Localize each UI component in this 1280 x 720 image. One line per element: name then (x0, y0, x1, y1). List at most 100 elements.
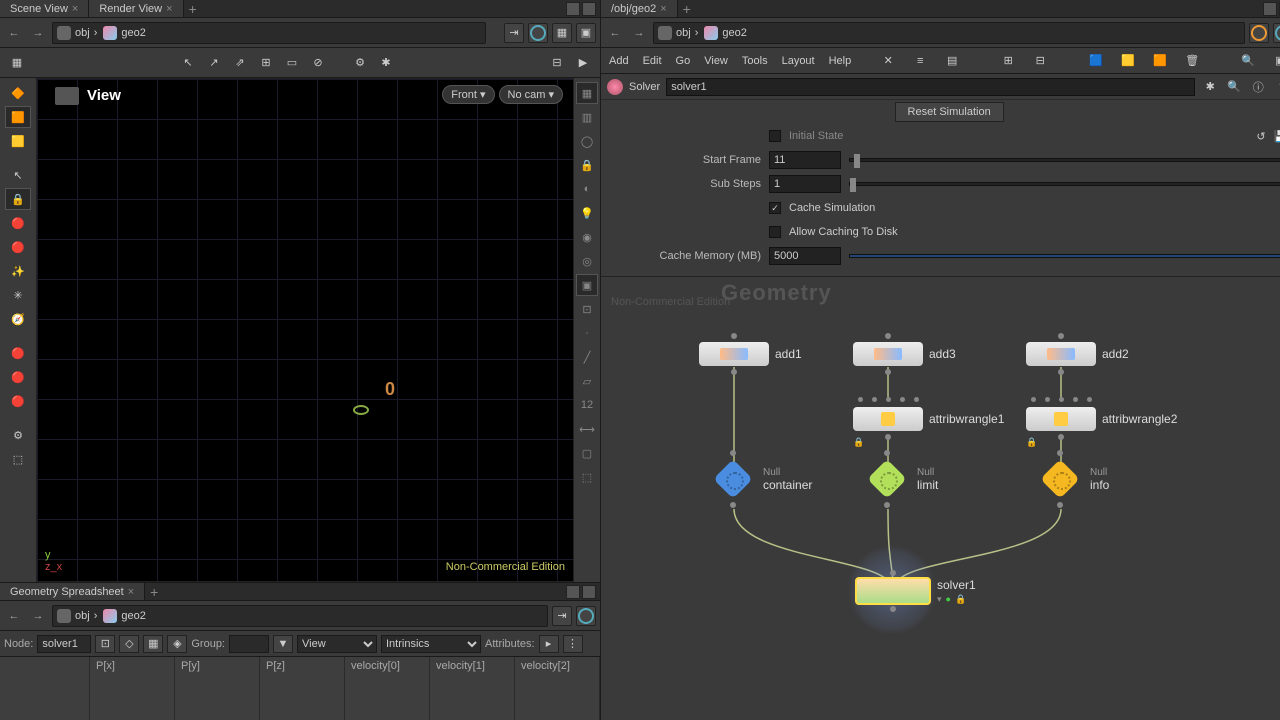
col-vel2[interactable]: velocity[2] (515, 657, 600, 720)
gear-tool[interactable]: ⚙ (5, 424, 31, 446)
node-add1[interactable]: add1 (699, 342, 802, 366)
sub-steps-field[interactable] (769, 175, 841, 193)
view-tool[interactable]: 🔶 (5, 82, 31, 104)
list-icon[interactable]: ≡ (911, 52, 929, 70)
lock-icon[interactable]: 🔒 (5, 188, 31, 210)
gamma-icon[interactable]: ◎ (576, 250, 598, 272)
node-field[interactable] (37, 635, 91, 653)
path-input[interactable]: obj› geo2 (653, 22, 1245, 44)
link-icon[interactable] (528, 23, 548, 43)
camera-dropdown[interactable]: No cam ▾ (499, 85, 563, 104)
node-attribwrangle2[interactable]: attribwrangle2 🔒 (1026, 407, 1177, 431)
shade-wire-icon[interactable]: ▦ (576, 82, 598, 104)
group-field[interactable] (229, 635, 269, 653)
num12-icon[interactable]: 12 (576, 394, 598, 416)
menu-edit[interactable]: Edit (643, 55, 662, 67)
sheet-icon[interactable]: ▤ (943, 52, 961, 70)
back-button[interactable]: ← (605, 23, 625, 43)
pane-max-icon[interactable] (1263, 2, 1277, 16)
sub-steps-slider[interactable] (849, 182, 1280, 186)
menu-help[interactable]: Help (829, 55, 852, 67)
xray-icon[interactable]: ⊡ (576, 298, 598, 320)
normal-icon[interactable]: ╱ (576, 346, 598, 368)
shade-flat-icon[interactable]: ▥ (576, 106, 598, 128)
close-icon[interactable]: × (660, 3, 666, 15)
arrow-tool[interactable]: ↖ (5, 164, 31, 186)
menu-tools[interactable]: Tools (742, 55, 768, 67)
menu-view[interactable]: View (704, 55, 728, 67)
view-dropdown[interactable]: View (297, 635, 377, 653)
col-vel1[interactable]: velocity[1] (430, 657, 515, 720)
reload-icon[interactable]: ↺ (1256, 130, 1265, 143)
misc2-icon[interactable]: ⬚ (576, 466, 598, 488)
class-detail-icon[interactable]: ◈ (167, 635, 187, 653)
start-frame-slider[interactable] (849, 158, 1280, 162)
note-blue-icon[interactable]: 🟦 (1087, 52, 1105, 70)
grid-view-icon[interactable]: ⊞ (999, 52, 1017, 70)
cache-sim-checkbox[interactable] (769, 202, 781, 214)
material-icon[interactable]: ◉ (576, 226, 598, 248)
close-icon[interactable]: × (128, 586, 134, 598)
class-prims-icon[interactable]: ▦ (143, 635, 163, 653)
path-input[interactable]: obj› geo2 (52, 605, 548, 627)
lock-display-icon[interactable]: 🔒 (576, 154, 598, 176)
forward-button[interactable]: → (28, 23, 48, 43)
ghost-icon[interactable]: ◯ (576, 130, 598, 152)
take-icon[interactable]: ▦ (552, 23, 572, 43)
pin-icon[interactable]: ⇥ (504, 23, 524, 43)
group-picker-icon[interactable]: ▼ (273, 635, 293, 653)
frame-icon[interactable]: ▣ (1271, 52, 1280, 70)
pane-menu-icon[interactable] (582, 2, 596, 16)
node-add2[interactable]: add2 (1026, 342, 1129, 366)
bg-icon[interactable]: ▣ (576, 274, 598, 296)
gear-icon[interactable]: ✱ (1201, 78, 1219, 96)
class-verts-icon[interactable]: ◇ (119, 635, 139, 653)
intrinsics-dropdown[interactable]: Intrinsics (381, 635, 481, 653)
misc-tool[interactable]: ⬚ (5, 448, 31, 470)
camera-icon[interactable] (55, 87, 79, 105)
select-tool[interactable]: 🟧 (5, 106, 31, 128)
help-icon[interactable]: ▣ (576, 23, 596, 43)
uv-icon[interactable]: ▱ (576, 370, 598, 392)
start-frame-field[interactable] (769, 151, 841, 169)
cache-disk-checkbox[interactable] (769, 226, 781, 238)
light-icon[interactable]: ◐ (576, 178, 598, 200)
red-tool-2[interactable]: 🔴 (5, 236, 31, 258)
node-add3[interactable]: add3 (853, 342, 956, 366)
info-icon[interactable]: ⓘ (1249, 78, 1267, 96)
col-pz[interactable]: P[z] (260, 657, 345, 720)
viewport[interactable]: View Front ▾ No cam ▾ 0 Non-Commercial E… (36, 78, 574, 582)
reset-simulation-button[interactable]: Reset Simulation (895, 102, 1004, 122)
burst-tool[interactable]: ✳ (5, 284, 31, 306)
render-icon[interactable]: ▶ (572, 52, 594, 74)
path-input[interactable]: obj› geo2 (52, 22, 486, 44)
split-icon[interactable]: ⊟ (1031, 52, 1049, 70)
col-vel0[interactable]: velocity[0] (345, 657, 430, 720)
col-px[interactable]: P[x] (90, 657, 175, 720)
pane-max-icon[interactable] (566, 2, 580, 16)
menu-add[interactable]: Add (609, 55, 629, 67)
add-tab-button[interactable]: + (678, 0, 696, 18)
cache-mem-field[interactable] (769, 247, 841, 265)
snap-curve-icon[interactable]: ↗ (203, 52, 225, 74)
back-button[interactable]: ← (4, 606, 24, 626)
wrench-icon[interactable]: ✕ (879, 52, 897, 70)
magnet-2[interactable]: 🔴 (5, 366, 31, 388)
note-yellow-icon[interactable]: 🟨 (1119, 52, 1137, 70)
snap-grid-icon[interactable]: ⊞ (255, 52, 277, 74)
bulb-icon[interactable]: 💡 (576, 202, 598, 224)
forward-button[interactable]: → (629, 23, 649, 43)
show-handles-icon[interactable]: ⚙ (349, 52, 371, 74)
tab-scene-view[interactable]: Scene View× (0, 0, 89, 17)
tab-render-view[interactable]: Render View× (89, 0, 183, 17)
view-plane-dropdown[interactable]: Front ▾ (442, 85, 494, 104)
cplane-icon[interactable]: ▭ (281, 52, 303, 74)
back-button[interactable]: ← (4, 23, 24, 43)
magnet-3[interactable]: 🔴 (5, 390, 31, 412)
point-icon[interactable]: · (576, 322, 598, 344)
attr-play-icon[interactable]: ▸ (539, 635, 559, 653)
options-icon[interactable]: ✱ (375, 52, 397, 74)
save-icon[interactable]: 💾 (1274, 130, 1280, 143)
tab-network[interactable]: /obj/geo2× (601, 0, 678, 17)
disable-icon[interactable]: ⊘ (307, 52, 329, 74)
